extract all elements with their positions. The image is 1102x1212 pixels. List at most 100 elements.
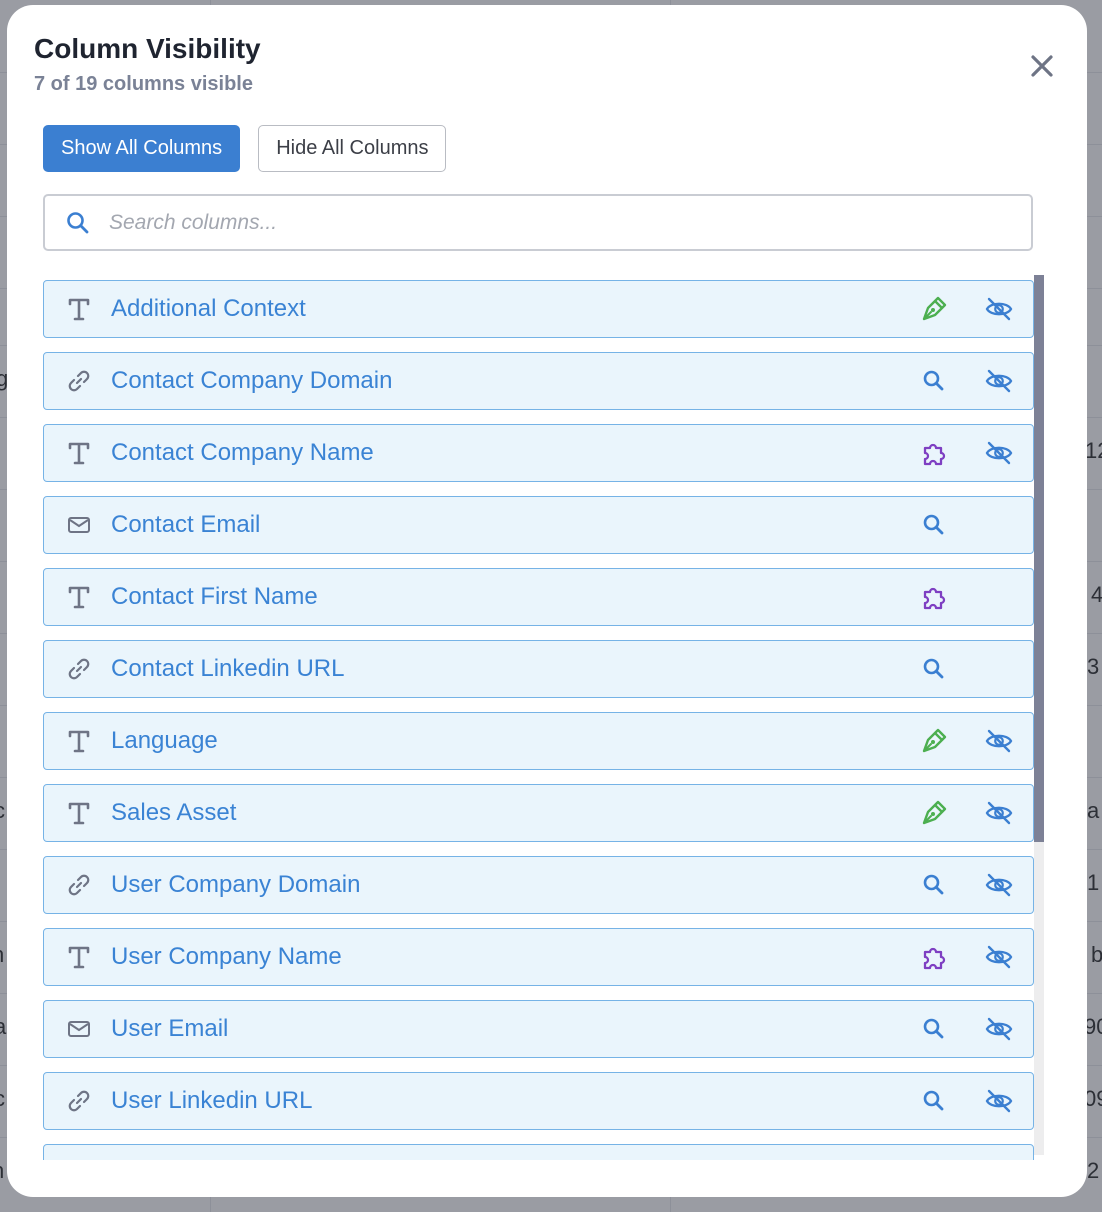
visibility-toggle[interactable]: [984, 726, 1014, 756]
puzzle-icon: [923, 443, 946, 466]
eye-off-icon: [984, 1158, 1014, 1160]
column-source: [919, 294, 949, 324]
column-list: Additional Context Contact Company Domain…: [43, 280, 1053, 1160]
column-row[interactable]: [43, 1144, 1034, 1160]
modal-title: Column Visibility: [34, 33, 261, 64]
hide-all-columns-button[interactable]: Hide All Columns: [258, 125, 447, 172]
search-icon: [923, 1090, 944, 1111]
column-label: Contact First Name: [111, 583, 318, 610]
puzzle-icon: [923, 947, 946, 970]
text-type-icon: [68, 946, 90, 969]
bg-cell-fragment: b: [1091, 942, 1102, 967]
column-type: [66, 584, 92, 610]
text-type-icon: [68, 802, 90, 825]
column-label: Contact Company Name: [111, 439, 374, 466]
column-row[interactable]: User Company Name: [43, 928, 1034, 986]
visibility-toggle[interactable]: [984, 870, 1014, 900]
search-icon: [923, 370, 944, 391]
close-button[interactable]: [1027, 51, 1057, 81]
text-type-icon: [68, 442, 90, 465]
eye-off-icon: [985, 801, 1013, 825]
column-type: [66, 800, 92, 826]
bg-cell-fragment: 4: [1091, 582, 1102, 607]
column-row[interactable]: Contact Linkedin URL: [43, 640, 1034, 698]
column-type: [66, 944, 92, 970]
search-icon: [67, 211, 89, 233]
visibility-toggle[interactable]: [984, 942, 1014, 972]
bg-cell-fragment: 2: [1087, 1158, 1100, 1183]
column-label: Contact Linkedin URL: [111, 655, 345, 682]
eye-off-icon: [985, 945, 1013, 969]
puzzle-icon: [919, 1158, 949, 1160]
column-row[interactable]: Language: [43, 712, 1034, 770]
list-scrollbar[interactable]: [1034, 275, 1044, 1155]
visible-count: 7 of 19 columns visible: [34, 73, 253, 95]
search-box: [43, 194, 1033, 251]
column-source: [919, 1086, 949, 1116]
column-type: [66, 872, 92, 898]
search-icon: [923, 514, 944, 535]
bg-cell-fragment: 12: [1085, 438, 1102, 463]
column-label: User Company Name: [111, 943, 342, 970]
bg-cell-fragment: 1: [1087, 870, 1100, 895]
text-type-icon: [68, 730, 90, 753]
column-source: [919, 1014, 949, 1044]
column-source: [919, 654, 949, 684]
column-row[interactable]: Additional Context: [43, 280, 1034, 338]
text-type-icon: [68, 298, 90, 321]
bg-cell-fragment: c: [0, 1086, 5, 1112]
link-type-icon: [68, 874, 90, 896]
link-type-icon: [68, 370, 90, 392]
bg-cell-fragment: n: [0, 1158, 4, 1184]
column-type: [66, 440, 92, 466]
email-type-icon: [68, 517, 90, 533]
column-source: [919, 726, 949, 756]
column-row[interactable]: Sales Asset: [43, 784, 1034, 842]
eye-off-icon: [985, 873, 1013, 897]
column-source: [919, 870, 949, 900]
visibility-toggle[interactable]: [984, 1086, 1014, 1116]
column-row[interactable]: User Email: [43, 1000, 1034, 1058]
bg-cell-fragment: a: [1087, 798, 1100, 823]
column-type: [66, 512, 92, 538]
puzzle-icon: [923, 587, 946, 610]
column-label: Additional Context: [111, 295, 306, 322]
column-label: Contact Company Domain: [111, 367, 393, 394]
column-row[interactable]: Contact First Name: [43, 568, 1034, 626]
bg-cell-fragment: a: [0, 1014, 7, 1039]
search-icon: [923, 1018, 944, 1039]
column-label: User Email: [111, 1015, 229, 1042]
scrollbar-thumb[interactable]: [1034, 275, 1044, 842]
link-type-icon: [68, 1090, 90, 1112]
show-all-columns-button[interactable]: Show All Columns: [43, 125, 241, 172]
visibility-toggle[interactable]: [984, 366, 1014, 396]
ai-pen-icon: [922, 728, 947, 753]
column-label: Contact Email: [111, 511, 261, 538]
close-icon: [1031, 55, 1053, 77]
visibility-toggle[interactable]: [984, 294, 1014, 324]
column-type: [66, 656, 92, 682]
column-row[interactable]: User Linkedin URL: [43, 1072, 1034, 1130]
column-source: [919, 510, 949, 540]
column-row[interactable]: User Company Domain: [43, 856, 1034, 914]
eye-off-icon: [985, 1017, 1013, 1041]
column-type: [66, 1088, 92, 1114]
visibility-toggle[interactable]: [984, 438, 1014, 468]
link-type-icon: [68, 658, 90, 680]
text-type-icon: [68, 586, 90, 609]
eye-off-icon: [985, 369, 1013, 393]
visibility-toggle[interactable]: [984, 798, 1014, 828]
bulk-actions: Show All Columns Hide All Columns: [43, 125, 447, 172]
eye-off-icon: [985, 729, 1013, 753]
email-type-icon: [68, 1021, 90, 1037]
column-visibility-modal: Column Visibility 7 of 19 columns visibl…: [7, 5, 1087, 1197]
column-row[interactable]: Contact Company Domain: [43, 352, 1034, 410]
search-input[interactable]: [109, 210, 989, 235]
column-type: [66, 368, 92, 394]
search-icon: [923, 658, 944, 679]
visibility-toggle[interactable]: [984, 1158, 1014, 1160]
visibility-toggle[interactable]: [984, 1014, 1014, 1044]
column-source: [919, 798, 949, 828]
column-row[interactable]: Contact Company Name: [43, 424, 1034, 482]
column-row[interactable]: Contact Email: [43, 496, 1034, 554]
